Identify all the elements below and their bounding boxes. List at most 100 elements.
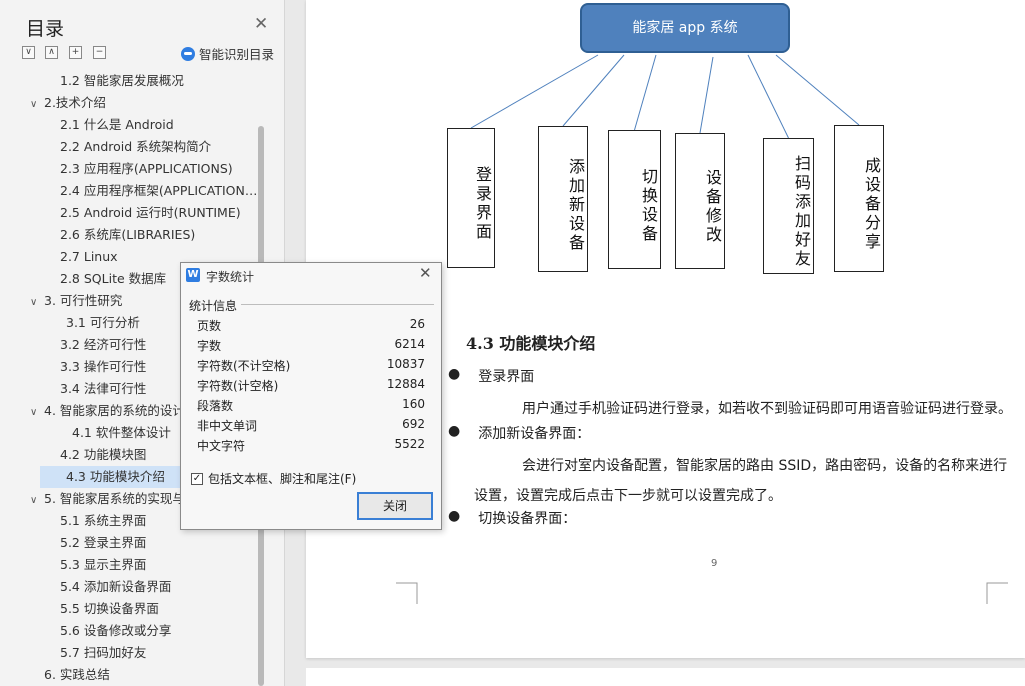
diagram-connector [562,54,625,127]
bullet-text: 切换设备界面： [478,511,577,527]
stat-row: 段落数 160 [197,397,425,417]
toc-item[interactable]: 5.7 扫码加好友 [60,642,146,664]
diagram-node: 登录界面 [447,128,495,268]
collapse-all-icon[interactable]: ∨ [22,46,35,59]
toc-item[interactable]: 2.8 SQLite 数据库 [60,268,166,290]
close-icon[interactable]: ✕ [254,16,268,33]
bullet-text: 登录界面 [478,369,535,385]
toc-item[interactable]: ∨ 3. 可行性研究 [30,290,122,312]
toc-item[interactable]: 5.6 设备修改或分享 [60,620,171,642]
toc-item-label: 5.5 切换设备界面 [60,601,159,616]
toc-item[interactable]: 2.3 应用程序(APPLICATIONS) [60,158,233,180]
toc-item-label: 2.2 Android 系统架构简介 [60,139,212,154]
crop-mark-right [986,582,1008,604]
toc-item[interactable]: 6. 实践总结 [44,664,110,686]
diagram-connector [470,54,599,129]
toc-item[interactable]: 5.3 显示主界面 [60,554,146,576]
toc-item[interactable]: 2.4 应用程序框架(APPLICATION… [60,180,257,202]
toc-item[interactable]: 3.3 操作可行性 [60,356,146,378]
toc-item-label: 2.5 Android 运行时(RUNTIME) [60,205,241,220]
chevron-down-icon[interactable]: ∨ [30,292,44,314]
close-icon[interactable]: ✕ [419,266,432,281]
stat-row: 非中文单词 692 [197,417,425,437]
toc-item[interactable]: 5.4 添加新设备界面 [60,576,171,598]
toc-item-label: 2.1 什么是 Android [60,117,174,132]
chevron-down-icon[interactable]: ∨ [30,94,44,116]
toc-item[interactable]: 2.1 什么是 Android [60,114,174,136]
ai-icon [181,46,195,61]
toc-item-label: 5.7 扫码加好友 [60,645,147,660]
toc-item-label: 2.4 应用程序框架(APPLICATION… [60,183,258,198]
stat-label: 字符数(不计空格) [197,359,291,373]
paragraph: 用户通过手机验证码进行登录，如若收不到验证码即可用语音验证码进行登录。 [522,401,1012,417]
stat-row: 字符数(计空格) 12884 [197,377,425,397]
toc-item-label: 5. 智能家居系统的实现与 [44,491,185,506]
word-count-dialog: W 字数统计 ✕ 统计信息 页数 26 字数 6214 字符数(不计空格) 10837 字符… [180,262,442,530]
toc-item-label: 5.1 系统主界面 [60,513,147,528]
toc-item[interactable]: 2.7 Linux [60,246,118,268]
diagram-connector [699,56,714,134]
stat-value: 12884 [386,377,425,391]
ai-toc-label: 智能识别目录 [199,47,275,62]
add-heading-icon[interactable]: + [69,46,82,59]
stat-value: 6214 [394,337,425,351]
stat-label: 字数 [197,339,222,353]
checkbox-icon[interactable]: ✓ [191,472,203,485]
stat-value: 160 [402,397,425,411]
toc-item[interactable]: 4.1 软件整体设计 [72,422,171,444]
toc-item-label: 3.3 操作可行性 [60,359,147,374]
remove-heading-icon[interactable]: − [93,46,106,59]
toc-item[interactable]: ∨ 4. 智能家居的系统的设计 [30,400,185,422]
next-page-edge [306,668,1025,686]
stat-value: 26 [409,317,425,331]
bullet-icon: ● [448,423,461,439]
toc-item[interactable]: 5.1 系统主界面 [60,510,146,532]
toc-item[interactable]: 2.2 Android 系统架构简介 [60,136,211,158]
diagram-root-node: 能家居 app 系统 [580,3,790,53]
toc-item-label: 3.1 可行分析 [66,315,140,330]
toc-item-label: 2.7 Linux [60,249,118,264]
toc-item[interactable]: 5.5 切换设备界面 [60,598,159,620]
stat-label: 段落数 [197,399,234,413]
stats-group-label: 统计信息 [189,299,238,313]
toc-item[interactable]: 2.5 Android 运行时(RUNTIME) [60,202,241,224]
diagram-node: 成设备分享 [834,125,884,272]
toc-item-label: 2.8 SQLite 数据库 [60,271,167,286]
chevron-down-icon[interactable]: ∨ [30,490,44,512]
toc-item[interactable]: 3.4 法律可行性 [60,378,146,400]
expand-all-icon[interactable]: ∧ [45,46,58,59]
diagram-node: 切换设备 [608,130,661,269]
include-textbox-checkbox[interactable]: ✓ 包括文本框、脚注和尾注(F) [191,470,356,487]
group-separator [241,304,434,305]
stat-row: 字数 6214 [197,337,425,357]
stat-label: 字符数(计空格) [197,379,279,393]
diagram-node: 设备修改 [675,133,725,269]
toc-item[interactable]: 1.2 智能家居发展概况 [60,70,184,92]
toc-item[interactable]: 3.1 可行分析 [66,312,140,334]
toc-item[interactable]: 4.2 功能模块图 [60,444,146,466]
bullet-icon: ● [448,508,461,524]
stat-row: 字符数(不计空格) 10837 [197,357,425,377]
toc-item[interactable]: 2.6 系统库(LIBRARIES) [60,224,195,246]
toc-item[interactable]: ∨ 5. 智能家居系统的实现与 [30,488,185,510]
toc-item-label: 4. 智能家居的系统的设计 [44,403,185,418]
stat-value: 5522 [394,437,425,451]
toc-item-label: 5.6 设备修改或分享 [60,623,172,638]
close-button[interactable]: 关闭 [357,492,433,520]
chevron-down-icon[interactable]: ∨ [30,402,44,424]
toc-item[interactable]: ∨ 2.技术介绍 [30,92,106,114]
stat-row: 中文字符 5522 [197,437,425,457]
page-number: 9 [711,558,718,569]
toc-item[interactable]: 4.3 功能模块介绍 [40,466,190,488]
ai-toc-button[interactable]: 智能识别目录 [181,44,274,63]
toc-item-label: 2.3 应用程序(APPLICATIONS) [60,161,233,176]
toc-item[interactable]: 3.2 经济可行性 [60,334,146,356]
crop-mark-left [396,582,418,604]
toc-item[interactable]: 5.2 登录主界面 [60,532,146,554]
diagram-node: 添加新设备 [538,126,588,272]
toc-item-label: 5.2 登录主界面 [60,535,147,550]
toc-item-label: 1.2 智能家居发展概况 [60,73,184,88]
toc-item-label: 6. 实践总结 [44,667,110,682]
bullet-icon: ● [448,366,461,382]
paragraph: 设置，设置完成后点击下一步就可以设置完成了。 [474,488,782,504]
